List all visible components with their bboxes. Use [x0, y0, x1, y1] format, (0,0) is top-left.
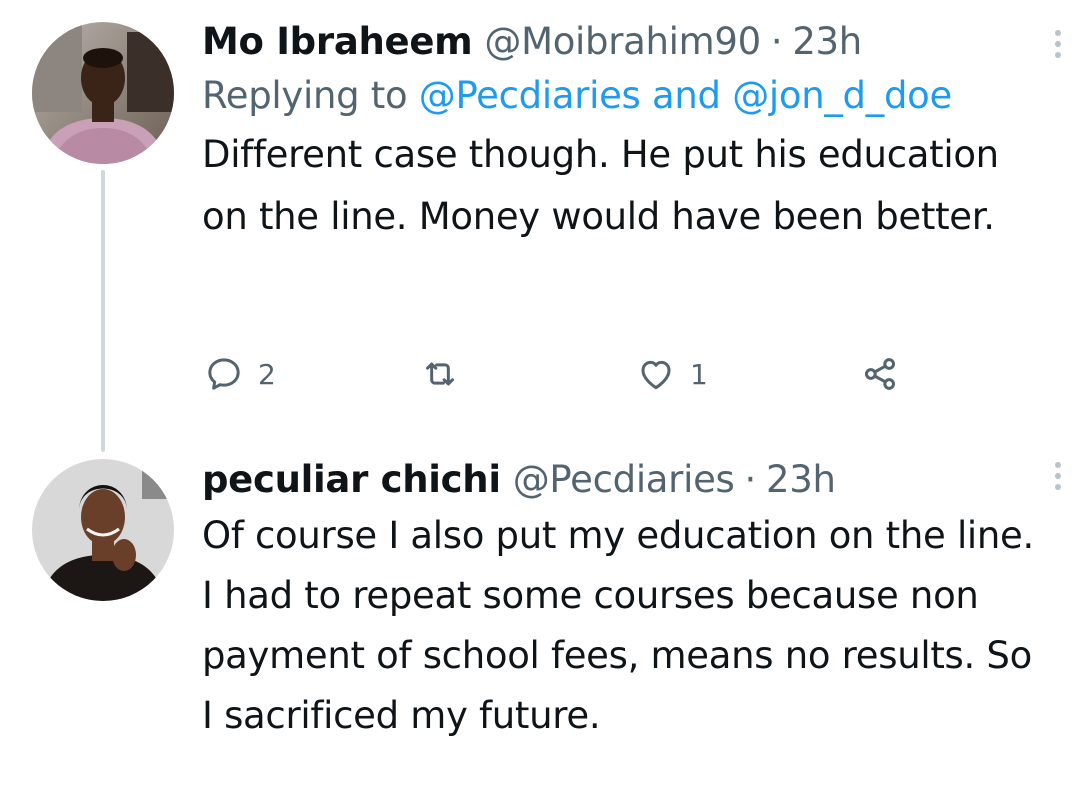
replying-to: Replying to @Pecdiaries and @jon_d_doe: [202, 68, 1040, 124]
share-icon: [865, 358, 895, 390]
timestamp[interactable]: 23h: [792, 16, 862, 68]
like-button[interactable]: 1: [636, 344, 708, 404]
avatar[interactable]: [32, 459, 174, 601]
tweet-header: peculiar chichi @Pecdiaries · 23h: [202, 454, 1040, 506]
tweet-thread: Mo Ibraheem @Moibrahim90 · 23h Replying …: [0, 0, 1080, 812]
replying-to-label: Replying to: [202, 74, 419, 117]
replying-to-conjunction: and: [640, 74, 733, 117]
retweet-icon: [426, 362, 454, 386]
display-name[interactable]: Mo Ibraheem: [202, 16, 473, 68]
mention-link[interactable]: @jon_d_doe: [732, 74, 952, 117]
share-button[interactable]: [860, 344, 900, 404]
display-name[interactable]: peculiar chichi: [202, 454, 501, 506]
more-options-icon[interactable]: [1048, 462, 1068, 494]
tweet-text: Different case though. He put his educat…: [202, 133, 999, 238]
tweet[interactable]: peculiar chichi @Pecdiaries · 23h Of cou…: [0, 450, 1080, 812]
username[interactable]: @Pecdiaries: [513, 454, 735, 506]
comment-icon: [208, 358, 240, 390]
like-count: 1: [690, 357, 708, 391]
thread-line: [101, 170, 105, 452]
reply-count: 2: [258, 357, 276, 391]
avatar[interactable]: [32, 22, 174, 164]
username[interactable]: @Moibrahim90: [484, 16, 761, 68]
tweet-content: Mo Ibraheem @Moibrahim90 · 23h Replying …: [202, 16, 1040, 248]
separator-dot: ·: [744, 458, 757, 501]
timestamp[interactable]: 23h: [766, 454, 836, 506]
tweet-content: peculiar chichi @Pecdiaries · 23h Of cou…: [202, 454, 1040, 746]
heart-icon: [641, 360, 671, 390]
more-options-icon[interactable]: [1048, 30, 1068, 62]
tweet-text: Of course I also put my education on the…: [202, 514, 1034, 737]
tweet-header: Mo Ibraheem @Moibrahim90 · 23h: [202, 16, 1040, 68]
retweet-button[interactable]: [420, 344, 474, 404]
tweet-actions: 2 1: [204, 344, 924, 404]
reply-button[interactable]: 2: [204, 344, 276, 404]
separator-dot: ·: [770, 20, 783, 63]
tweet[interactable]: Mo Ibraheem @Moibrahim90 · 23h Replying …: [0, 0, 1080, 452]
mention-link[interactable]: @Pecdiaries: [419, 74, 641, 117]
